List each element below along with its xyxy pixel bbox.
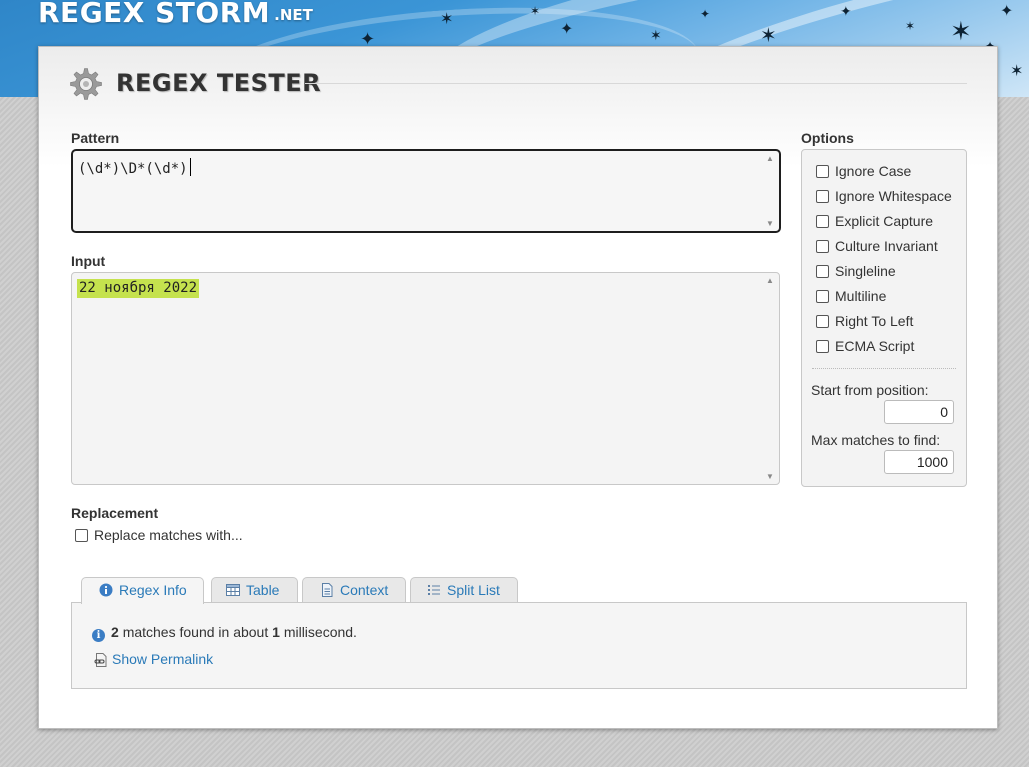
tab-label: Context (340, 582, 389, 598)
options-panel: Ignore Case Ignore Whitespace Explicit C… (801, 149, 967, 487)
logo-tld: .NET (274, 6, 313, 24)
text-caret (189, 158, 191, 176)
star-decoration: ✦ (700, 7, 711, 21)
input-scrollbar[interactable]: ▲ ▼ (763, 273, 779, 484)
star-decoration: ✶ (760, 25, 777, 47)
option-label: Singleline (835, 263, 896, 279)
star-decoration: ✶ (950, 16, 972, 46)
checkbox[interactable] (816, 340, 829, 353)
show-permalink-link[interactable]: Show Permalink (94, 651, 213, 667)
replacement-label: Replacement (71, 505, 159, 521)
info-icon (99, 583, 113, 597)
checkbox[interactable] (816, 265, 829, 278)
start-position-input[interactable]: 0 (884, 400, 954, 424)
star-decoration: ✶ (440, 11, 454, 28)
info-icon: i (92, 629, 105, 642)
checkbox[interactable] (816, 165, 829, 178)
match-text: matches found in about (122, 624, 269, 640)
input-match-highlight: 22 ноября 2022 (77, 279, 200, 298)
pattern-text-wrapper: (\d*)\D*(\d*) (78, 158, 191, 177)
option-label: Ignore Whitespace (835, 188, 952, 204)
document-icon (322, 583, 333, 597)
site-logo[interactable]: REGEX STORM .NET (38, 0, 313, 29)
option-label: Culture Invariant (835, 238, 938, 254)
option-singleline[interactable]: Singleline (816, 263, 896, 279)
tab-context[interactable]: Context (302, 577, 406, 603)
scroll-down-icon[interactable]: ▼ (766, 219, 774, 228)
option-ignore-whitespace[interactable]: Ignore Whitespace (816, 188, 952, 204)
star-decoration: ✦ (1000, 3, 1014, 20)
star-decoration: ✦ (560, 21, 574, 38)
duration-unit: millisecond. (283, 624, 357, 640)
tab-label: Regex Info (119, 582, 187, 598)
logo-text: REGEX STORM (38, 0, 271, 29)
option-culture-invariant[interactable]: Culture Invariant (816, 238, 938, 254)
scroll-up-icon[interactable]: ▲ (766, 154, 774, 163)
checkbox[interactable] (816, 190, 829, 203)
pattern-value: (\d*)\D*(\d*) (78, 161, 188, 177)
star-decoration: ✶ (1010, 63, 1024, 80)
list-icon (428, 585, 440, 595)
option-label: Ignore Case (835, 163, 912, 179)
tab-regex-info[interactable]: Regex Info (81, 577, 204, 604)
checkbox[interactable] (816, 240, 829, 253)
tab-split-list[interactable]: Split List (410, 577, 518, 603)
match-duration: 1 (272, 624, 280, 640)
link-icon (94, 653, 107, 667)
replace-matches-label: Replace matches with... (94, 527, 243, 543)
star-decoration: ✶ (530, 4, 541, 18)
scroll-down-icon[interactable]: ▼ (766, 472, 774, 481)
max-matches-label: Max matches to find: (811, 432, 941, 448)
option-label: Right To Left (835, 313, 914, 329)
pattern-label: Pattern (71, 130, 120, 146)
option-label: ECMA Script (835, 338, 915, 354)
option-label: Explicit Capture (835, 213, 934, 229)
max-matches-input[interactable]: 1000 (884, 450, 954, 474)
star-decoration: ✦ (840, 3, 852, 19)
option-ignore-case[interactable]: Ignore Case (816, 163, 911, 179)
pattern-scrollbar[interactable]: ▲ ▼ (763, 151, 779, 231)
option-multiline[interactable]: Multiline (816, 288, 886, 304)
replace-matches-option[interactable]: Replace matches with... (75, 527, 243, 543)
input-textarea[interactable]: 22 ноября 2022 ▲ ▼ (71, 272, 780, 485)
tab-table[interactable]: Table (211, 577, 298, 603)
option-ecma-script[interactable]: ECMA Script (816, 338, 914, 354)
options-divider (812, 368, 956, 369)
tab-label: Table (246, 582, 280, 598)
star-decoration: ✶ (650, 27, 662, 43)
input-label: Input (71, 253, 106, 269)
star-decoration: ✶ (905, 19, 916, 33)
checkbox[interactable] (75, 529, 88, 542)
regex-tester-panel: REGEX TESTER Pattern (\d*)\D*(\d*) ▲ ▼ I… (38, 46, 998, 729)
table-icon (226, 584, 240, 596)
gear-icon (70, 68, 102, 100)
scroll-up-icon[interactable]: ▲ (766, 276, 774, 285)
options-label: Options (801, 130, 854, 146)
checkbox[interactable] (816, 315, 829, 328)
match-summary: i2 matches found in about 1 millisecond. (92, 624, 357, 642)
title-divider (305, 83, 967, 84)
pattern-input[interactable]: (\d*)\D*(\d*) ▲ ▼ (71, 149, 781, 233)
checkbox[interactable] (816, 290, 829, 303)
match-count: 2 (111, 624, 119, 640)
page-title: REGEX TESTER (116, 69, 322, 97)
checkbox[interactable] (816, 215, 829, 228)
tab-label: Split List (447, 582, 500, 598)
option-explicit-capture[interactable]: Explicit Capture (816, 213, 933, 229)
permalink-label: Show Permalink (112, 651, 214, 667)
start-position-label: Start from position: (811, 382, 929, 398)
option-right-to-left[interactable]: Right To Left (816, 313, 913, 329)
option-label: Multiline (835, 288, 887, 304)
regex-info-panel: i2 matches found in about 1 millisecond.… (71, 602, 967, 689)
